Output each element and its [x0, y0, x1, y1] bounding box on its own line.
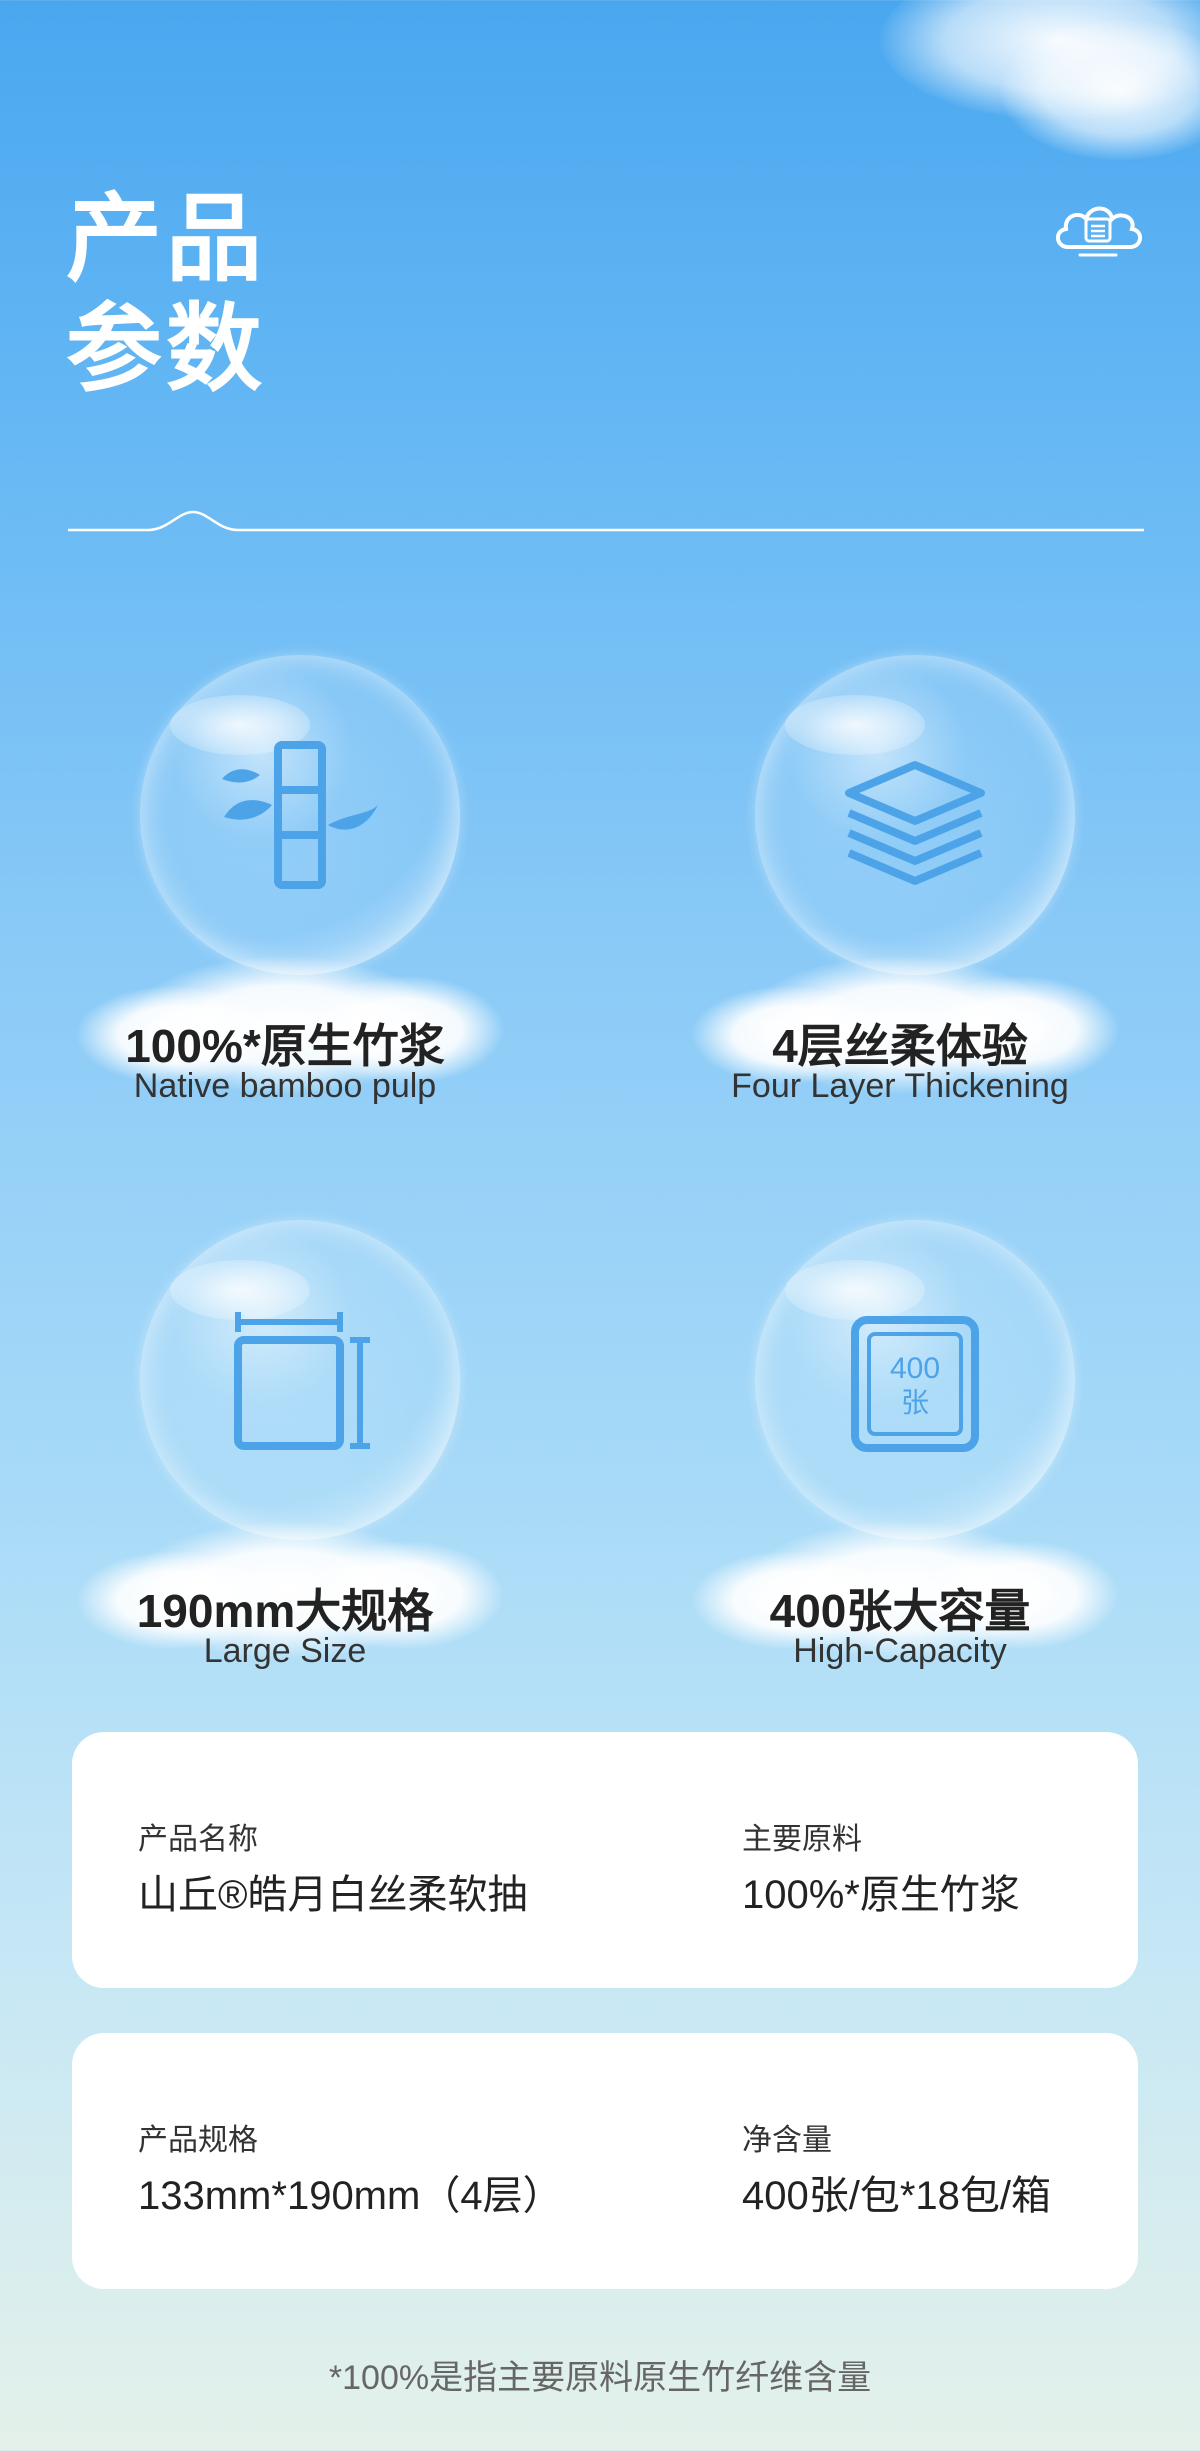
feature-capacity: 400 张 400张大容量 High-Capacity	[680, 1220, 1120, 1740]
spec-value: 133mm*190mm（4层）	[138, 2174, 563, 2218]
feature-subtitle: Native bamboo pulp	[133, 1067, 437, 1105]
product-name-label: 产品名称	[138, 1823, 258, 1856]
spec-card: 产品名称 山丘®皓月白丝柔软抽 主要原料 100%*原生竹浆	[72, 1732, 1138, 1988]
page-title: 产品 参数	[66, 185, 326, 405]
feature-subtitle: Four Layer Thickening	[731, 1067, 1069, 1105]
feature-layers: 4层丝柔体验 Four Layer Thickening	[680, 655, 1120, 1175]
material-label: 主要原料	[742, 1823, 862, 1856]
tissue-count-icon: 400 张	[851, 1316, 979, 1452]
spec-card: 产品规格 133mm*190mm（4层） 净含量 400张/包*18包/箱	[72, 2033, 1138, 2289]
feature-bamboo: 100%*原生竹浆 Native bamboo pulp	[65, 655, 505, 1175]
product-name-value: 山丘®皓月白丝柔软抽	[138, 1873, 528, 1917]
cloud-logo-icon	[1056, 206, 1142, 257]
bamboo-icon	[222, 741, 378, 889]
net-content-value: 400张/包*18包/箱	[742, 2174, 1052, 2218]
spec-label: 产品规格	[138, 2124, 258, 2157]
divider-line	[68, 510, 1144, 532]
size-frame-icon	[234, 1312, 370, 1450]
layers-icon	[845, 761, 985, 885]
material-value: 100%*原生竹浆	[742, 1873, 1020, 1917]
icon-unit-text: 张	[901, 1386, 929, 1419]
feature-subtitle: Large Size	[203, 1632, 367, 1670]
footnote: *100%是指主要原料原生竹纤维含量	[328, 2359, 872, 2397]
icon-count-text: 400	[890, 1352, 940, 1385]
title-line-1: 产品	[66, 186, 266, 293]
feature-size: 190mm大规格 Large Size	[65, 1220, 505, 1740]
title-line-2: 参数	[66, 296, 266, 403]
feature-subtitle: High-Capacity	[793, 1632, 1007, 1670]
net-content-label: 净含量	[742, 2124, 832, 2157]
